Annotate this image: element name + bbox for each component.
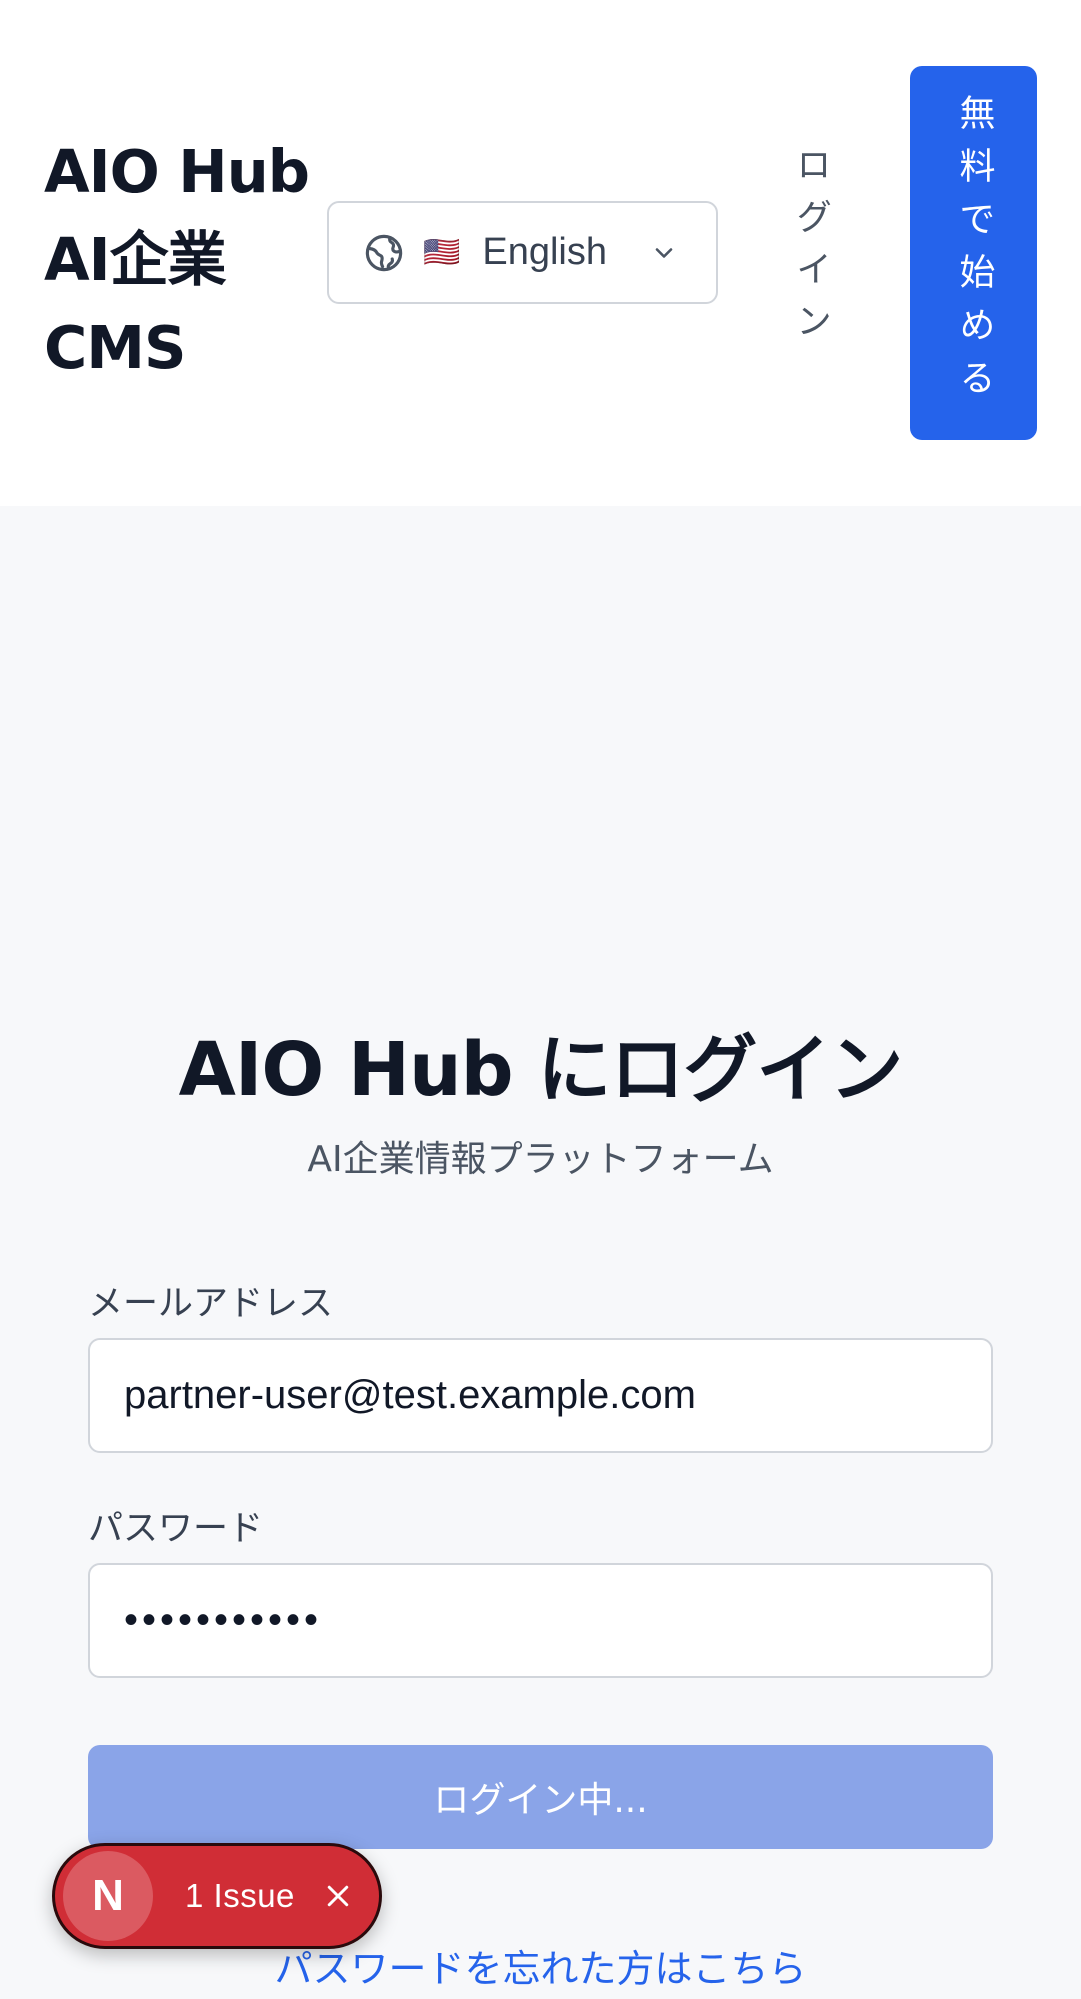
email-field[interactable] [88, 1338, 993, 1453]
dev-issues-badge[interactable]: N 1 Issue [52, 1843, 382, 1949]
site-header: AIO Hub AI企業 CMS 🇺🇸 English ログイン 無料で始める [0, 0, 1081, 506]
brand-logo[interactable]: AIO Hub AI企業 CMS [44, 128, 314, 392]
page-subtitle: AI企業情報プラットフォーム [307, 1139, 774, 1180]
password-field[interactable] [88, 1563, 993, 1678]
page-title: AIO Hub にログイン [178, 1027, 904, 1113]
email-label: メールアドレス [88, 1284, 334, 1324]
us-flag-icon: 🇺🇸 [423, 234, 461, 270]
brand-line-1: AIO Hub [44, 137, 310, 206]
language-label: English [482, 231, 607, 273]
globe-icon [363, 232, 405, 274]
chevron-down-icon [649, 238, 679, 268]
nextjs-logo-icon[interactable]: N [63, 1851, 153, 1941]
language-selector[interactable]: 🇺🇸 English [327, 201, 718, 304]
password-label: パスワード [88, 1509, 264, 1549]
header-login-link[interactable]: ログイン [790, 146, 836, 354]
start-free-button[interactable]: 無料で始める [910, 66, 1037, 440]
start-free-label: 無料で始める [953, 94, 995, 412]
brand-line-3: CMS [44, 313, 187, 382]
brand-line-2: AI企業 [44, 225, 227, 294]
login-submit-button[interactable]: ログイン中... [88, 1745, 993, 1849]
close-icon[interactable] [321, 1879, 355, 1913]
issue-count-label[interactable]: 1 Issue [185, 1877, 295, 1915]
